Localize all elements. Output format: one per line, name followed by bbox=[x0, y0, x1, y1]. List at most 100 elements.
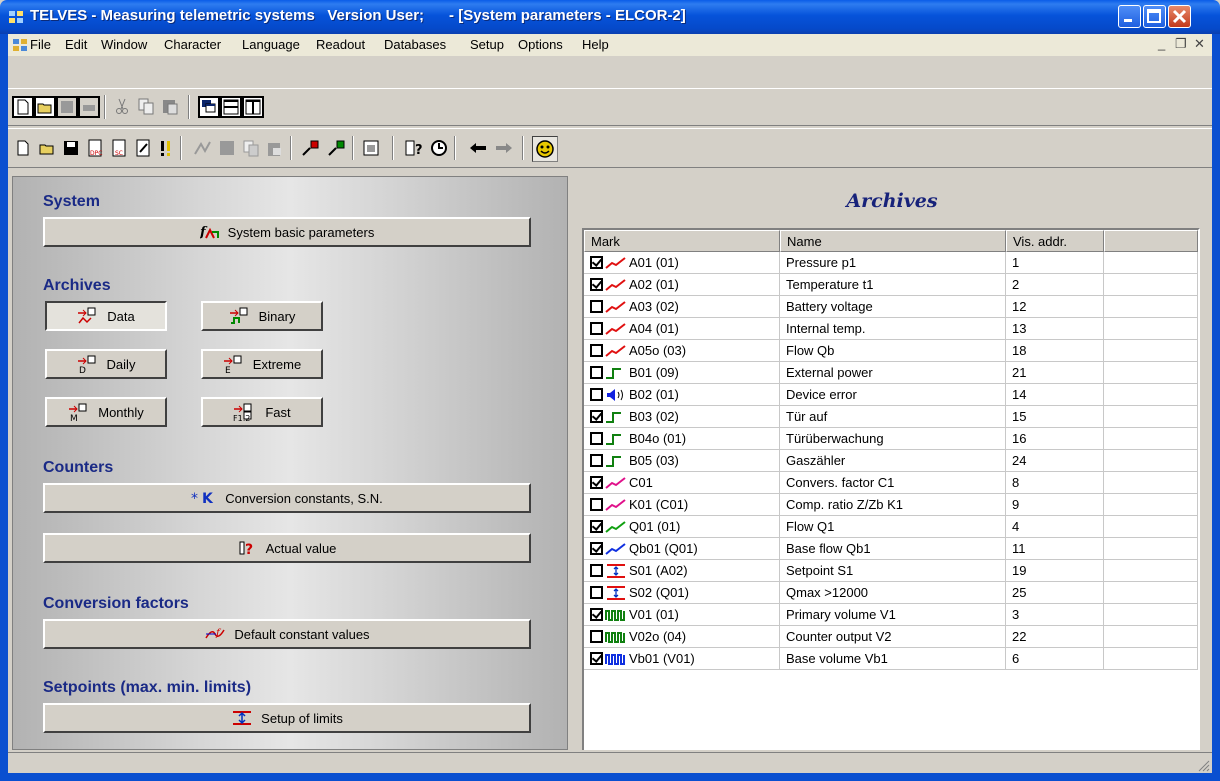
table-row[interactable]: B04o (01) Türüberwachung 16 bbox=[584, 428, 1198, 450]
copy-icon[interactable] bbox=[242, 139, 260, 157]
default-constant-values-button[interactable]: f Default constant values bbox=[43, 619, 531, 649]
menu-databases[interactable]: Databases bbox=[384, 37, 446, 52]
table-row[interactable]: Q01 (01) Flow Q1 4 bbox=[584, 516, 1198, 538]
archive-daily-button[interactable]: D Daily bbox=[45, 349, 167, 379]
archive-extreme-button[interactable]: E Extreme bbox=[201, 349, 323, 379]
dpc-icon[interactable]: DPC bbox=[86, 139, 104, 157]
open-icon[interactable] bbox=[38, 139, 56, 157]
mdi-restore-button[interactable]: ❐ bbox=[1175, 36, 1187, 52]
table-row[interactable]: V01 (01) Primary volume V1 3 bbox=[584, 604, 1198, 626]
save-icon[interactable] bbox=[62, 139, 80, 157]
close-button[interactable] bbox=[1168, 5, 1191, 28]
actual-value-button[interactable]: ? Actual value bbox=[43, 533, 531, 563]
menu-character[interactable]: Character bbox=[164, 37, 221, 52]
row-checkbox[interactable] bbox=[590, 608, 603, 621]
archive-fast-label: Fast bbox=[265, 404, 291, 420]
table-row[interactable]: Vb01 (V01) Base volume Vb1 6 bbox=[584, 648, 1198, 670]
conversion-constants-button[interactable]: * K Conversion constants, S.N. bbox=[43, 483, 531, 513]
mdi-close-button[interactable]: ✕ bbox=[1194, 36, 1205, 52]
table-row[interactable]: A05o (03) Flow Qb 18 bbox=[584, 340, 1198, 362]
row-checkbox[interactable] bbox=[590, 344, 603, 357]
menu-setup[interactable]: Setup bbox=[470, 37, 504, 52]
alert-icon[interactable] bbox=[156, 139, 174, 157]
table-row[interactable]: A01 (01) Pressure p1 1 bbox=[584, 252, 1198, 274]
archive-binary-button[interactable]: Binary bbox=[201, 301, 323, 331]
menu-readout[interactable]: Readout bbox=[316, 37, 365, 52]
menu-help[interactable]: Help bbox=[582, 37, 609, 52]
row-checkbox[interactable] bbox=[590, 388, 603, 401]
table-row[interactable]: B02 (01) Device error 14 bbox=[584, 384, 1198, 406]
paste-button[interactable] bbox=[160, 96, 182, 118]
tile-vertical-button[interactable] bbox=[242, 96, 264, 118]
archive-data-button[interactable]: Data bbox=[45, 301, 167, 331]
column-name-header[interactable]: Name bbox=[780, 230, 1006, 252]
table-row[interactable]: A02 (01) Temperature t1 2 bbox=[584, 274, 1198, 296]
menu-edit[interactable]: Edit bbox=[65, 37, 87, 52]
table-row[interactable]: V02o (04) Counter output V2 22 bbox=[584, 626, 1198, 648]
row-checkbox[interactable] bbox=[590, 652, 603, 665]
table-row[interactable]: A04 (01) Internal temp. 13 bbox=[584, 318, 1198, 340]
row-checkbox[interactable] bbox=[590, 564, 603, 577]
new-icon[interactable] bbox=[14, 139, 32, 157]
row-checkbox[interactable] bbox=[590, 256, 603, 269]
row-checkbox[interactable] bbox=[590, 322, 603, 335]
column-vis-addr-header[interactable]: Vis. addr. bbox=[1006, 230, 1104, 252]
archive-monthly-button[interactable]: M Monthly bbox=[45, 397, 167, 427]
table-row[interactable]: S01 (A02) Setpoint S1 19 bbox=[584, 560, 1198, 582]
cut-button[interactable] bbox=[112, 96, 134, 118]
paste-icon[interactable] bbox=[266, 139, 284, 157]
row-checkbox[interactable] bbox=[590, 278, 603, 291]
table-row[interactable]: C01 Convers. factor C1 8 bbox=[584, 472, 1198, 494]
archives-table[interactable]: Mark Name Vis. addr. A01 (01) Pressure p1… bbox=[582, 228, 1200, 750]
table-row[interactable]: K01 (C01) Comp. ratio Z/Zb K1 9 bbox=[584, 494, 1198, 516]
row-checkbox[interactable] bbox=[590, 630, 603, 643]
tile-horizontal-button[interactable] bbox=[220, 96, 242, 118]
table-row[interactable]: B05 (03) Gaszähler 24 bbox=[584, 450, 1198, 472]
print-button-disabled[interactable] bbox=[78, 96, 100, 118]
row-checkbox[interactable] bbox=[590, 476, 603, 489]
column-mark-header[interactable]: Mark bbox=[584, 230, 780, 252]
mdi-minimize-button[interactable]: _ bbox=[1158, 36, 1165, 51]
table-row[interactable]: B03 (02) Tür auf 15 bbox=[584, 406, 1198, 428]
table-row[interactable]: Qb01 (Q01) Base flow Qb1 11 bbox=[584, 538, 1198, 560]
clock-icon[interactable] bbox=[430, 139, 448, 157]
row-checkbox[interactable] bbox=[590, 542, 603, 555]
sc-icon[interactable]: SC bbox=[110, 139, 128, 157]
download-icon[interactable] bbox=[326, 139, 346, 157]
row-checkbox[interactable] bbox=[590, 454, 603, 467]
menu-file[interactable]: File bbox=[30, 37, 51, 52]
system-basic-parameters-button[interactable]: f System basic parameters bbox=[43, 217, 531, 247]
resize-grip-icon[interactable] bbox=[1196, 758, 1210, 772]
edit-icon[interactable] bbox=[134, 139, 152, 157]
maximize-button[interactable] bbox=[1143, 5, 1166, 28]
row-checkbox[interactable] bbox=[590, 498, 603, 511]
save-button-disabled[interactable] bbox=[56, 96, 78, 118]
forward-arrow-icon[interactable] bbox=[494, 141, 514, 155]
setup-of-limits-button[interactable]: Setup of limits bbox=[43, 703, 531, 733]
menu-language[interactable]: Language bbox=[242, 37, 300, 52]
table-row[interactable]: S02 (Q01) Qmax >12000 25 bbox=[584, 582, 1198, 604]
menu-window[interactable]: Window bbox=[101, 37, 147, 52]
menu-options[interactable]: Options bbox=[518, 37, 563, 52]
help-cursor-icon[interactable]: ? bbox=[404, 139, 426, 157]
row-checkbox[interactable] bbox=[590, 410, 603, 423]
minimize-button[interactable] bbox=[1118, 5, 1141, 28]
copy-button[interactable] bbox=[136, 96, 158, 118]
row-checkbox[interactable] bbox=[590, 586, 603, 599]
open-button[interactable] bbox=[34, 96, 56, 118]
cascade-button[interactable] bbox=[198, 96, 220, 118]
row-checkbox[interactable] bbox=[590, 366, 603, 379]
new-button[interactable] bbox=[12, 96, 34, 118]
row-checkbox[interactable] bbox=[590, 432, 603, 445]
table-row[interactable]: A03 (02) Battery voltage 12 bbox=[584, 296, 1198, 318]
cut-icon[interactable] bbox=[192, 139, 212, 157]
row-checkbox[interactable] bbox=[590, 300, 603, 313]
gray-block-icon[interactable] bbox=[218, 139, 236, 157]
user-mode-button[interactable] bbox=[532, 136, 558, 162]
calculator-icon[interactable] bbox=[362, 139, 380, 157]
back-arrow-icon[interactable] bbox=[468, 141, 488, 155]
row-checkbox[interactable] bbox=[590, 520, 603, 533]
upload-icon[interactable] bbox=[300, 139, 320, 157]
archive-fast-button[interactable]: F1,2 Fast bbox=[201, 397, 323, 427]
table-row[interactable]: B01 (09) External power 21 bbox=[584, 362, 1198, 384]
